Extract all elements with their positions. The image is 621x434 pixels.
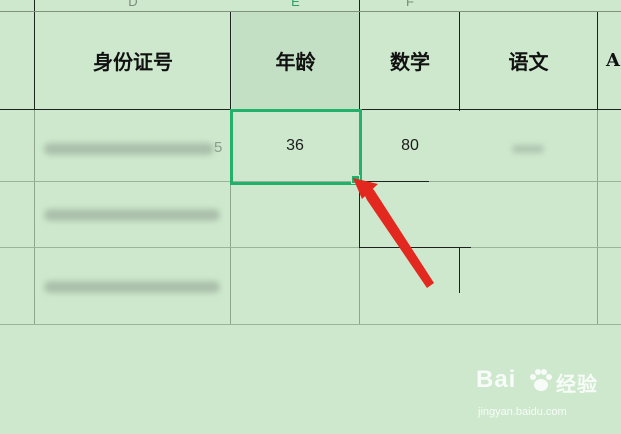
header-cell-age[interactable]: 年龄 [232,11,359,109]
grid-line [359,247,471,248]
grid-line [34,0,35,110]
grid-line [597,11,598,111]
paw-icon [530,369,552,391]
column-header-strip: D E F [0,0,621,11]
grid-line [359,248,360,325]
header-cell-chinese[interactable]: 语文 [460,11,597,109]
column-letter-f[interactable]: F [360,0,460,10]
header-cell-id-number[interactable]: 身份证号 [36,11,230,109]
grid-line [359,181,429,182]
grid-line [0,11,621,12]
id-number-tail: 5 [214,139,223,156]
baidu-jingyan-watermark: Bai 经验 jingyan.baidu.com [476,366,616,430]
cell-math[interactable]: 80 [361,111,459,181]
grid-line [359,182,360,248]
grid-line [0,324,621,325]
fill-handle[interactable] [351,175,360,184]
grid-line [230,11,231,111]
blurred-value [512,145,544,153]
grid-line [230,182,231,325]
grid-line [459,248,460,293]
grid-line [359,0,360,110]
spreadsheet-view: D E F 身份证号 年龄 数学 语文 A 5 36 80 Bai 经验 jin… [0,0,621,434]
arrow-icon [353,178,434,288]
blurred-id-number[interactable] [44,281,220,293]
grid-line [34,110,35,325]
blurred-id-number[interactable] [44,209,220,221]
blurred-id-number[interactable] [44,143,214,155]
column-letter-d[interactable]: D [35,0,231,10]
header-cell-cut-off[interactable]: A [606,11,621,109]
grid-line [459,11,460,111]
watermark-logo-text: Bai [476,366,517,393]
grid-line [0,247,621,248]
selected-cell-border [230,109,362,185]
watermark-url: jingyan.baidu.com [478,406,567,418]
watermark-suffix: 经验 [556,374,598,396]
column-letter-e[interactable]: E [231,0,360,10]
grid-line [597,110,598,325]
header-cell-math[interactable]: 数学 [361,11,459,109]
